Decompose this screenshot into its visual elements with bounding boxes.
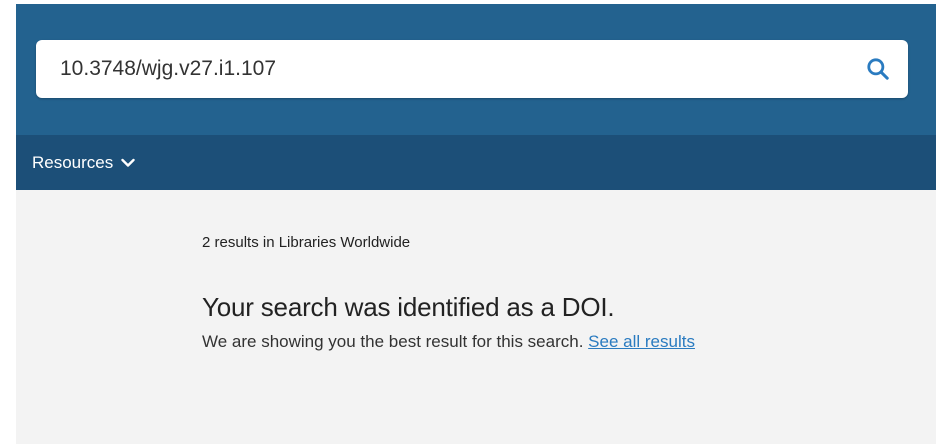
search-box: [36, 40, 908, 98]
see-all-results-link[interactable]: See all results: [588, 332, 695, 351]
search-icon: [867, 58, 889, 80]
doi-heading: Your search was identified as a DOI.: [202, 292, 615, 322]
chevron-down-icon: [121, 158, 135, 168]
resources-menu[interactable]: Resources: [32, 135, 135, 190]
search-input[interactable]: [36, 40, 836, 98]
doi-message: We are showing you the best result for t…: [202, 332, 584, 351]
results-area: 2 results in Libraries Worldwide Your se…: [16, 190, 936, 444]
app-frame: Resources 2 results in Libraries Worldwi…: [16, 0, 936, 444]
search-header: [16, 4, 936, 135]
nav-bar: Resources: [16, 135, 936, 190]
search-button[interactable]: [858, 49, 898, 89]
results-count: 2 results in Libraries Worldwide: [202, 234, 411, 251]
resources-label: Resources: [32, 152, 114, 172]
doi-message-line: We are showing you the best result for t…: [202, 332, 695, 352]
